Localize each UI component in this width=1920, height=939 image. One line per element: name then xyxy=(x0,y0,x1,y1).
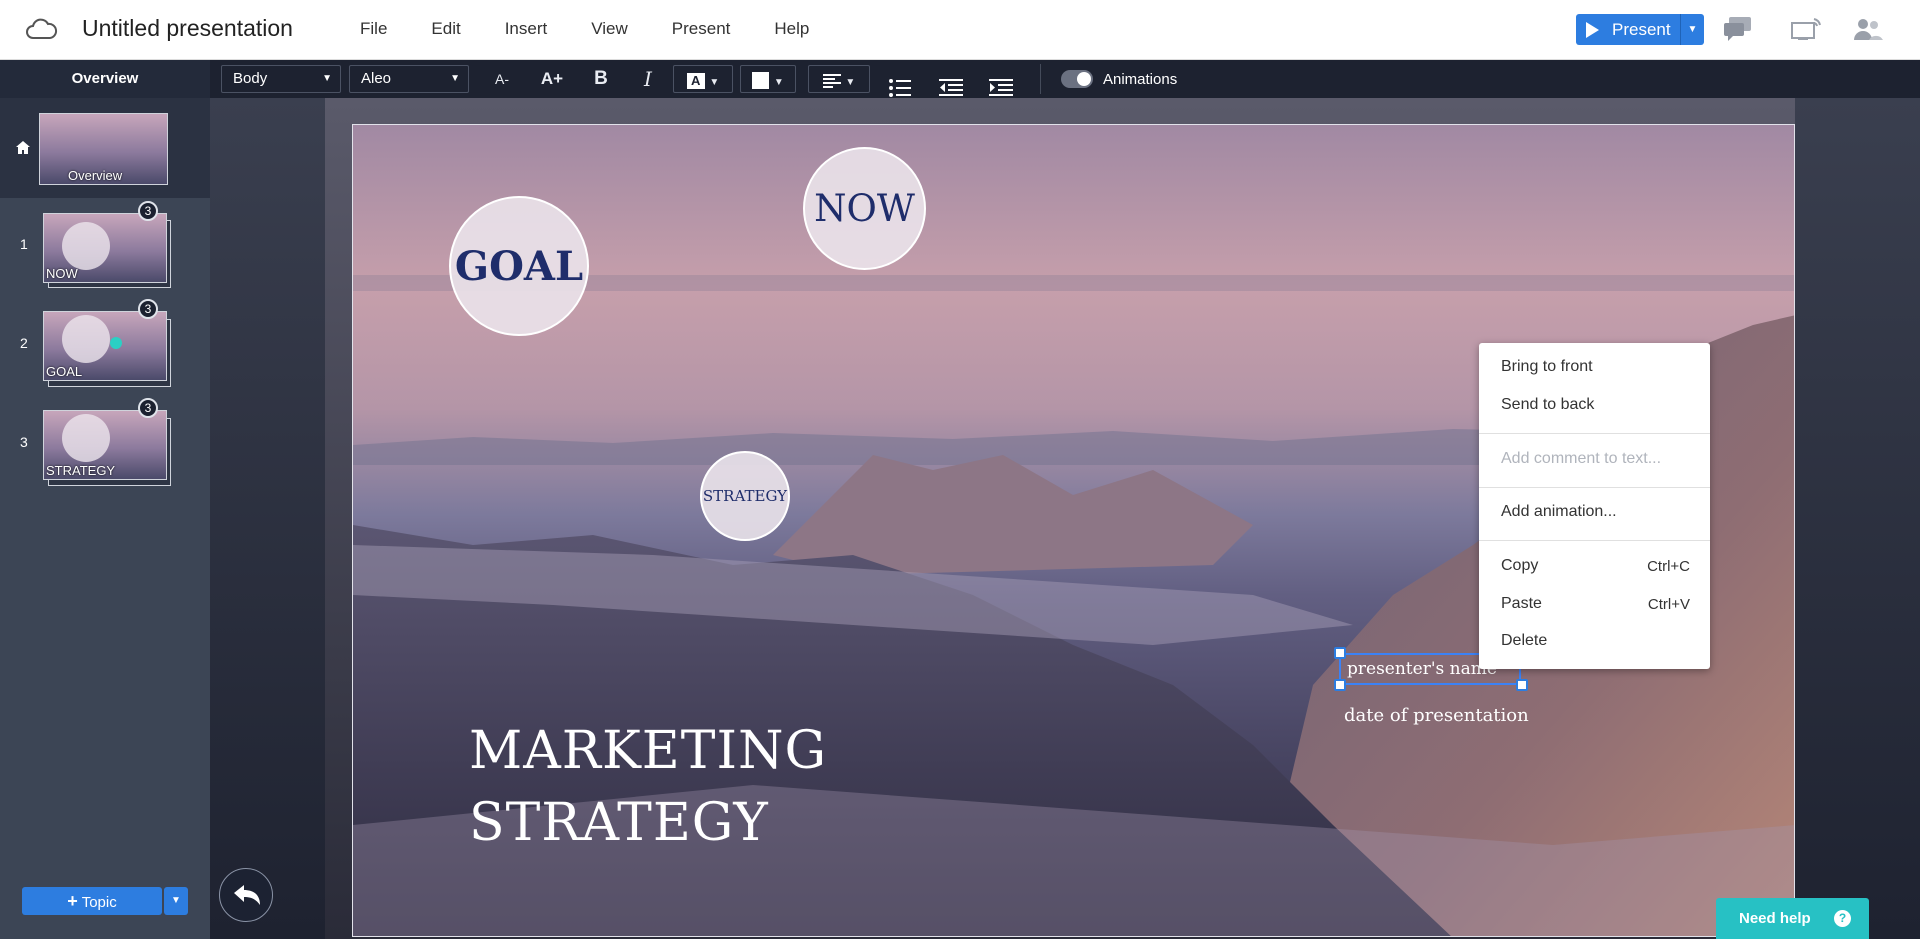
thumb-circle xyxy=(62,414,110,462)
thumb-dot xyxy=(110,337,122,349)
slide-thumbnail[interactable]: NOW xyxy=(43,213,167,283)
slide-number: 2 xyxy=(20,335,28,351)
menu-edit[interactable]: Edit xyxy=(431,19,460,39)
chevron-down-icon: ▼ xyxy=(845,77,856,88)
slide-thumbnail[interactable]: STRATEGY xyxy=(43,410,167,480)
paste-item[interactable]: Paste xyxy=(1501,595,1542,613)
share-users-icon[interactable] xyxy=(1852,16,1884,42)
menu-divider xyxy=(1479,540,1710,541)
undo-arrow-icon xyxy=(234,885,260,905)
top-bar: Untitled presentation File Edit Insert V… xyxy=(0,0,1920,60)
italic-button[interactable]: I xyxy=(635,65,661,93)
copy-item[interactable]: Copy xyxy=(1501,557,1538,575)
slide-number: 3 xyxy=(20,434,28,450)
decrease-font-button[interactable]: A- xyxy=(489,65,515,93)
present-button[interactable]: Present ▼ xyxy=(1576,14,1704,45)
slide-count-badge: 3 xyxy=(138,201,158,221)
need-help-label: Need help xyxy=(1739,910,1811,927)
thumb-circle xyxy=(62,222,110,270)
play-icon xyxy=(1586,21,1599,38)
overview-thumbnail[interactable]: Overview xyxy=(39,113,168,185)
fill-color-button[interactable]: ▼ xyxy=(740,65,796,93)
align-button[interactable]: ▼ xyxy=(808,65,870,93)
now-circle[interactable]: NOW xyxy=(803,147,926,270)
overview-thumbnail-caption: Overview xyxy=(68,168,123,183)
cloud-save-icon[interactable] xyxy=(24,16,58,44)
font-family-value: Aleo xyxy=(361,70,392,87)
slide-title[interactable]: MARKETING STRATEGY xyxy=(469,715,827,859)
back-button[interactable] xyxy=(219,868,273,922)
plus-icon: + xyxy=(67,891,78,911)
slide-count-badge: 3 xyxy=(138,299,158,319)
add-topic-label: Topic xyxy=(81,894,117,911)
chevron-down-icon: ▼ xyxy=(450,73,460,84)
menu-help[interactable]: Help xyxy=(774,19,809,39)
chevron-down-icon: ▼ xyxy=(773,77,784,88)
slide-count-badge: 3 xyxy=(138,398,158,418)
context-menu: Bring to front Send to back Add comment … xyxy=(1479,343,1710,669)
delete-item[interactable]: Delete xyxy=(1501,632,1547,650)
slide-thumbnail-caption: STRATEGY xyxy=(46,463,116,478)
slide-thumbnail-caption: GOAL xyxy=(46,364,83,379)
add-topic-button[interactable]: + Topic xyxy=(22,887,162,915)
overview-row[interactable]: Overview xyxy=(0,98,210,198)
toolbar-divider xyxy=(1040,64,1041,94)
text-style-value: Body xyxy=(233,70,268,87)
strategy-circle[interactable]: STRATEGY xyxy=(700,451,790,541)
increase-font-button[interactable]: A+ xyxy=(537,65,567,93)
align-left-icon xyxy=(822,73,841,88)
resize-handle-bottom-left[interactable] xyxy=(1334,679,1346,691)
chevron-down-icon: ▼ xyxy=(322,73,332,84)
text-color-button[interactable]: A ▼ xyxy=(673,65,733,93)
fill-swatch-icon xyxy=(752,72,770,90)
font-family-select[interactable]: Aleo ▼ xyxy=(349,65,469,93)
add-comment-item: Add comment to text... xyxy=(1501,450,1662,467)
slide-sidebar: Overview 1 NOW 3 2 GOAL 3 3 STRATEGY 3 +… xyxy=(0,98,210,939)
animations-toggle[interactable] xyxy=(1061,70,1093,88)
animations-label: Animations xyxy=(1103,71,1178,88)
presentation-title[interactable]: Untitled presentation xyxy=(82,15,293,42)
bring-to-front-item[interactable]: Bring to front xyxy=(1501,358,1593,376)
need-help-button[interactable]: Need help ? xyxy=(1716,898,1869,939)
menu-divider xyxy=(1479,487,1710,488)
present-button-label: Present xyxy=(1612,19,1671,39)
copy-shortcut: Ctrl+C xyxy=(1647,558,1690,575)
text-style-select[interactable]: Body ▼ xyxy=(221,65,341,93)
format-toolbar: Overview Body ▼ Aleo ▼ A- A+ B I A ▼ ▼ ▼ A… xyxy=(0,60,1920,98)
slide-thumbnail-caption: NOW xyxy=(46,266,78,281)
toggle-knob xyxy=(1077,72,1091,86)
presentation-date-text[interactable]: date of presentation xyxy=(1344,705,1529,726)
menu-divider xyxy=(1479,433,1710,434)
resize-handle-bottom-right[interactable] xyxy=(1516,679,1528,691)
send-to-back-item[interactable]: Send to back xyxy=(1501,396,1594,414)
home-icon xyxy=(16,141,30,154)
help-question-icon: ? xyxy=(1834,910,1851,927)
add-topic-dropdown[interactable]: ▼ xyxy=(164,887,188,915)
menu-insert[interactable]: Insert xyxy=(505,19,548,39)
comments-icon[interactable] xyxy=(1723,16,1753,42)
text-color-glyph: A xyxy=(686,72,705,89)
resize-handle-top-left[interactable] xyxy=(1334,647,1346,659)
slide-title-line1: MARKETING xyxy=(469,721,828,781)
menu-present[interactable]: Present xyxy=(672,19,731,39)
chevron-down-icon: ▼ xyxy=(709,77,720,88)
slide-title-line2: STRATEGY xyxy=(469,793,769,853)
bold-button[interactable]: B xyxy=(588,65,614,93)
present-remote-icon[interactable] xyxy=(1790,16,1822,42)
thumb-circle xyxy=(62,315,110,363)
slide-thumbnail[interactable]: GOAL xyxy=(43,311,167,381)
slide-number: 1 xyxy=(20,236,28,252)
overview-header[interactable]: Overview xyxy=(0,60,210,98)
present-dropdown-arrow[interactable]: ▼ xyxy=(1680,14,1704,45)
add-animation-item[interactable]: Add animation... xyxy=(1501,503,1617,521)
paste-shortcut: Ctrl+V xyxy=(1647,596,1690,613)
menu-file[interactable]: File xyxy=(360,19,387,39)
main-menu: File Edit Insert View Present Help xyxy=(360,19,853,39)
menu-view[interactable]: View xyxy=(591,19,628,39)
goal-circle[interactable]: GOAL xyxy=(449,196,589,336)
